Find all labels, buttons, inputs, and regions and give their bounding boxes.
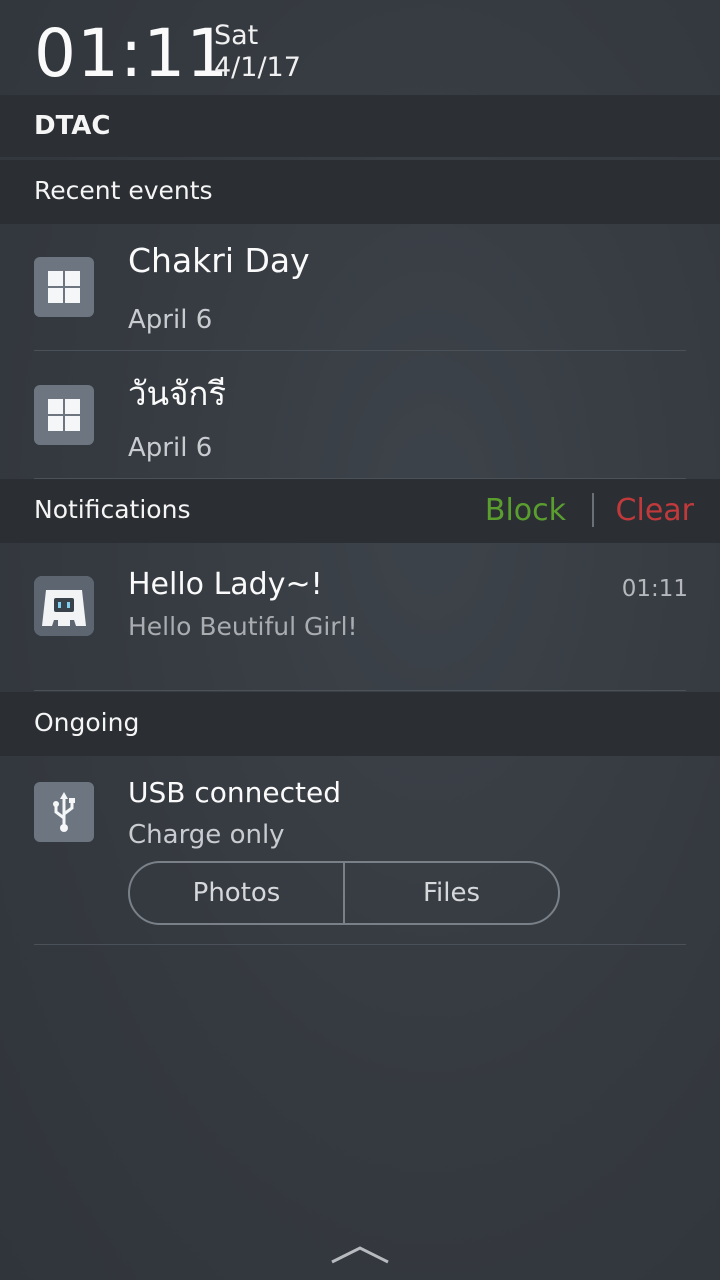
status-header: 01:11 Sat 4/1/17 [0, 0, 720, 95]
usb-subtitle: Charge only [128, 820, 285, 850]
files-button[interactable]: Files [343, 863, 558, 923]
recent-events-header: Recent events [0, 160, 720, 224]
event-title: วันจักรี [128, 374, 227, 413]
event-date: April 6 [128, 433, 213, 463]
notification-body: Hello Beutiful Girl! [128, 612, 358, 641]
clock-time: 01:11 [34, 15, 230, 92]
notifications-title: Notifications [34, 495, 191, 524]
clock-day: Sat [214, 20, 259, 51]
event-item-thai[interactable]: วันจักรี April 6 [0, 351, 720, 479]
usb-mode-selector: Photos Files [128, 861, 560, 925]
usb-title: USB connected [128, 776, 341, 809]
clock-date: 4/1/17 [214, 52, 301, 83]
divider [34, 690, 686, 691]
photos-button[interactable]: Photos [130, 863, 343, 923]
recent-events-title: Recent events [34, 176, 213, 205]
cordova-app-icon [34, 576, 94, 636]
event-title: Chakri Day [128, 241, 310, 280]
notifications-header: Notifications Block Clear [0, 479, 720, 543]
event-item-chakri-day[interactable]: Chakri Day April 6 [0, 223, 720, 351]
notification-time: 01:11 [621, 576, 688, 602]
carrier-name: DTAC [34, 111, 111, 141]
chevron-up-icon[interactable] [328, 1242, 392, 1266]
block-button[interactable]: Block [485, 493, 566, 528]
calendar-grid-icon [34, 385, 94, 445]
usb-icon [34, 782, 94, 842]
calendar-grid-icon [34, 257, 94, 317]
carrier-bar: DTAC [0, 95, 720, 157]
ongoing-title: Ongoing [34, 708, 140, 737]
divider [34, 944, 686, 945]
clear-button[interactable]: Clear [616, 493, 694, 528]
ongoing-header: Ongoing [0, 692, 720, 756]
event-date: April 6 [128, 305, 213, 335]
notification-title: Hello Lady~! [128, 567, 323, 602]
header-separator [592, 493, 594, 527]
